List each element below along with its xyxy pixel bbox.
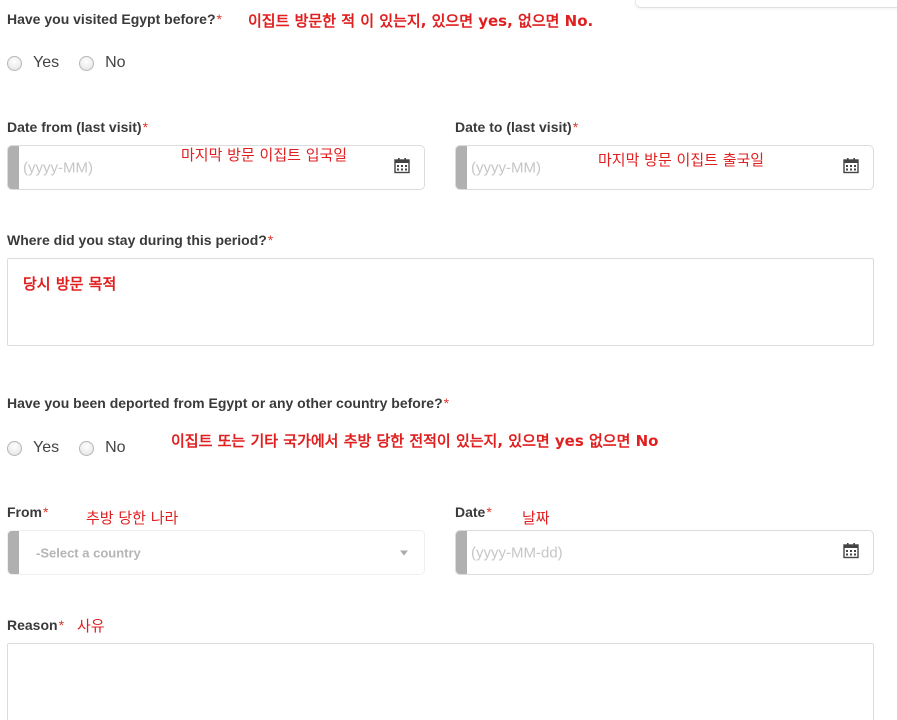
- visited-no-label: No: [105, 54, 126, 71]
- chevron-down-icon[interactable]: [400, 550, 408, 555]
- date-from-annotation: 마지막 방문 이집트 입국일: [181, 146, 348, 164]
- calendar-icon[interactable]: [843, 157, 859, 178]
- required-mark: *: [58, 617, 65, 633]
- deported-radio-group: Yes No: [7, 439, 146, 457]
- radio-button[interactable]: [79, 55, 95, 71]
- deported-yes-option[interactable]: Yes: [7, 439, 59, 457]
- deport-date-label: Date*: [455, 504, 492, 520]
- deport-date-input[interactable]: (yyyy-MM-dd): [455, 530, 874, 575]
- date-to-text: Date to (last visit): [455, 119, 572, 135]
- deport-date-annotation: 날짜: [522, 509, 550, 527]
- required-mark: *: [572, 119, 579, 135]
- date-to-placeholder: (yyyy-MM): [471, 159, 541, 176]
- radio-button[interactable]: [79, 440, 95, 456]
- date-from-label: Date from (last visit)*: [7, 119, 148, 135]
- input-stripe: [456, 531, 467, 574]
- visited-no-option[interactable]: No: [79, 54, 126, 72]
- country-select[interactable]: -Select a country: [7, 530, 425, 575]
- date-to-annotation: 마지막 방문 이집트 출국일: [598, 151, 765, 169]
- required-mark: *: [216, 11, 222, 27]
- deported-no-label: No: [105, 439, 126, 456]
- reason-annotation: 사유: [77, 617, 105, 635]
- calendar-icon[interactable]: [843, 542, 859, 563]
- visited-egypt-annotation: 이집트 방문한 적 이 있는지, 있으면 yes, 없으면 No.: [248, 12, 594, 30]
- deported-no-option[interactable]: No: [79, 439, 126, 457]
- deport-date-text: Date: [455, 504, 486, 520]
- from-country-text: From: [7, 504, 42, 520]
- radio-button[interactable]: [7, 55, 22, 71]
- date-to-label: Date to (last visit)*: [455, 119, 578, 135]
- from-country-annotation: 추방 당한 나라: [86, 509, 179, 527]
- calendar-icon[interactable]: [394, 157, 410, 178]
- required-mark: *: [267, 232, 274, 248]
- window-edge: [635, 0, 897, 8]
- deport-date-placeholder: (yyyy-MM-dd): [471, 544, 563, 561]
- deported-text: Have you been deported from Egypt or any…: [7, 395, 443, 411]
- reason-label: Reason*: [7, 617, 64, 633]
- visited-yes-label: Yes: [33, 54, 60, 71]
- input-stripe: [456, 146, 467, 189]
- input-stripe: [8, 146, 19, 189]
- from-country-label: From*: [7, 504, 48, 520]
- reason-text: Reason: [7, 617, 58, 633]
- required-mark: *: [43, 504, 49, 520]
- required-mark: *: [443, 395, 450, 411]
- country-select-value: -Select a country: [36, 545, 141, 560]
- deported-label: Have you been deported from Egypt or any…: [7, 395, 449, 411]
- required-mark: *: [142, 119, 149, 135]
- reason-textarea[interactable]: [7, 643, 874, 720]
- required-mark: *: [486, 504, 492, 520]
- date-from-text: Date from (last visit): [7, 119, 142, 135]
- visited-yes-option[interactable]: Yes: [7, 54, 59, 72]
- input-stripe: [8, 531, 19, 574]
- visited-egypt-text: Have you visited Egypt before?: [7, 11, 216, 27]
- radio-button[interactable]: [7, 440, 22, 456]
- deported-annotation: 이집트 또는 기타 국가에서 추방 당한 전적이 있는지, 있으면 yes 없으…: [171, 432, 659, 450]
- stay-annotation: 당시 방문 목적: [23, 275, 117, 293]
- deported-yes-label: Yes: [33, 439, 60, 456]
- date-from-placeholder: (yyyy-MM): [23, 159, 93, 176]
- stay-label: Where did you stay during this period?*: [7, 232, 273, 248]
- visited-egypt-radio-group: Yes No: [7, 54, 146, 72]
- stay-text: Where did you stay during this period?: [7, 232, 267, 248]
- stay-textarea[interactable]: [7, 258, 874, 346]
- visited-egypt-label: Have you visited Egypt before?*: [7, 11, 222, 27]
